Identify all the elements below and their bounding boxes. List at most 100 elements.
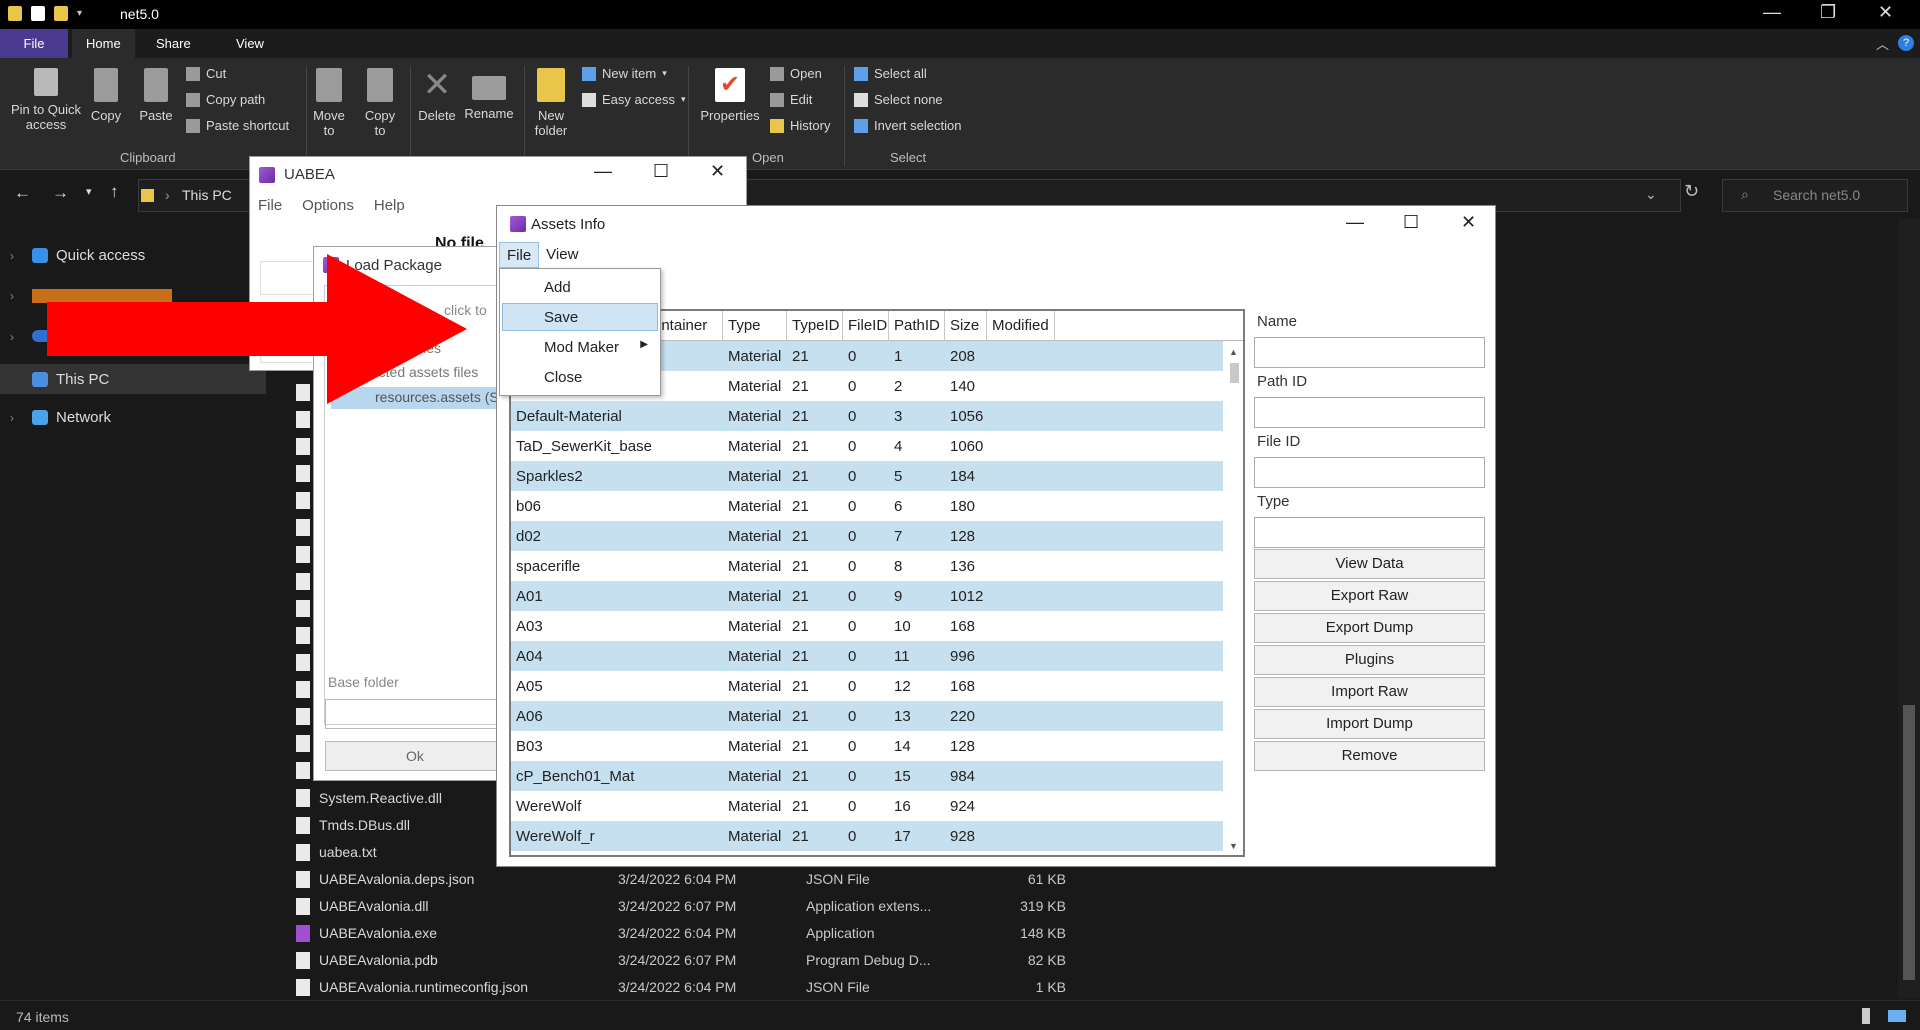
edit-button[interactable]: Edit — [770, 92, 812, 107]
column-fileid[interactable]: FileID — [843, 311, 889, 341]
rename-button[interactable]: Rename — [464, 68, 514, 121]
new-folder-button[interactable]: New folder — [530, 68, 572, 138]
export-raw-button[interactable]: Export Raw — [1254, 581, 1485, 611]
menu-item-add[interactable]: Add — [502, 273, 658, 301]
properties-button[interactable]: ✔ Properties — [696, 68, 764, 123]
table-row[interactable]: cP_Bench01_Mat Material 21 0 15 984 — [511, 761, 1223, 791]
details-view-icon[interactable] — [1862, 1008, 1870, 1024]
refresh-icon[interactable]: ↻ — [1684, 181, 1699, 202]
base-folder-input[interactable] — [325, 699, 505, 729]
menu-view[interactable]: View — [539, 242, 585, 268]
close-icon[interactable]: ✕ — [710, 161, 725, 182]
close-icon[interactable]: ✕ — [1878, 2, 1893, 23]
paste-shortcut-button[interactable]: Paste shortcut — [186, 118, 289, 133]
easy-access-button[interactable]: Easy access ▾ — [582, 92, 686, 107]
expand-icon[interactable]: › — [10, 249, 14, 263]
breadcrumb-this-pc[interactable]: This PC — [182, 187, 232, 203]
minimize-icon[interactable]: — — [1763, 2, 1781, 23]
expand-icon[interactable]: › — [10, 330, 14, 344]
select-none-button[interactable]: Select none — [854, 92, 943, 107]
ok-button[interactable]: Ok — [325, 741, 505, 771]
table-row[interactable]: A04 Material 21 0 11 996 — [511, 641, 1223, 671]
close-icon[interactable]: ✕ — [1461, 212, 1476, 233]
new-folder-quick-icon[interactable] — [54, 6, 68, 21]
delete-button[interactable]: ✕ Delete — [414, 68, 460, 123]
table-row[interactable]: spacerifle Material 21 0 8 136 — [511, 551, 1223, 581]
tab-file[interactable]: File — [0, 29, 68, 58]
table-row[interactable]: A01 Material 21 0 9 1012 — [511, 581, 1223, 611]
move-to-button[interactable]: Move to — [312, 68, 346, 138]
column-modified[interactable]: Modified — [987, 311, 1055, 341]
menu-file[interactable]: File — [258, 197, 282, 214]
large-icons-view-icon[interactable] — [1888, 1010, 1906, 1022]
menu-item-close[interactable]: Close — [502, 363, 658, 391]
maximize-icon[interactable]: ☐ — [653, 161, 669, 182]
column-typeid[interactable]: TypeID — [787, 311, 843, 341]
menu-item-save[interactable]: Save — [502, 303, 658, 331]
export-dump-button[interactable]: Export Dump — [1254, 613, 1485, 643]
table-row[interactable]: TaD_SewerKit_base Material 21 0 4 1060 — [511, 431, 1223, 461]
up-icon[interactable]: ↑ — [110, 182, 119, 202]
file-id-field[interactable] — [1254, 457, 1485, 488]
table-row[interactable]: b06 Material 21 0 6 180 — [511, 491, 1223, 521]
restore-icon[interactable]: ❐ — [1820, 2, 1836, 23]
remove-button[interactable]: Remove — [1254, 741, 1485, 771]
table-row[interactable]: WereWolf_r Material 21 0 17 928 — [511, 821, 1223, 851]
collapse-ribbon-icon[interactable]: ︿ — [1876, 34, 1889, 53]
scroll-down-icon[interactable]: ▼ — [1229, 841, 1238, 851]
tab-view[interactable]: View — [222, 29, 278, 58]
table-row[interactable]: B03 Material 21 0 14 128 — [511, 731, 1223, 761]
tab-home[interactable]: Home — [72, 29, 135, 58]
menu-item-mod-maker[interactable]: Mod Maker ▶ — [502, 333, 658, 361]
explorer-scroll-thumb[interactable] — [1903, 705, 1915, 980]
view-data-button[interactable]: View Data — [1254, 549, 1485, 579]
help-icon[interactable]: ? — [1898, 35, 1914, 51]
table-row[interactable]: A06 Material 21 0 13 220 — [511, 701, 1223, 731]
history-button[interactable]: History — [770, 118, 830, 133]
column-pathid[interactable]: PathID — [889, 311, 945, 341]
file-row[interactable]: UABEAvalonia.pdb 3/24/2022 6:07 PM Program… — [296, 947, 1296, 973]
table-row[interactable]: A05 Material 21 0 12 168 — [511, 671, 1223, 701]
nav-network[interactable]: Network — [32, 409, 111, 426]
table-row[interactable]: Default-Material Material 21 0 3 1056 — [511, 401, 1223, 431]
import-dump-button[interactable]: Import Dump — [1254, 709, 1485, 739]
expand-icon[interactable]: › — [10, 411, 14, 425]
file-row[interactable]: UABEAvalonia.deps.json 3/24/2022 6:04 PM J… — [296, 866, 1296, 892]
minimize-icon[interactable]: — — [1346, 212, 1364, 233]
file-row[interactable]: UABEAvalonia.exe 3/24/2022 6:04 PM Applica… — [296, 920, 1296, 946]
path-id-field[interactable] — [1254, 397, 1485, 428]
search-input[interactable]: Search net5.0 ⌕ — [1722, 179, 1908, 212]
table-row[interactable]: WereWolf Material 21 0 16 924 — [511, 791, 1223, 821]
column-size[interactable]: Size — [945, 311, 987, 341]
properties-quick-icon[interactable] — [31, 6, 45, 21]
file-row[interactable]: UABEAvalonia.runtimeconfig.json 3/24/2022… — [296, 974, 1296, 1000]
table-row[interactable]: A03 Material 21 0 10 168 — [511, 611, 1223, 641]
invert-selection-button[interactable]: Invert selection — [854, 118, 961, 133]
tab-share[interactable]: Share — [142, 29, 205, 58]
paste-button[interactable]: Paste — [136, 68, 176, 123]
maximize-icon[interactable]: ☐ — [1403, 212, 1419, 233]
menu-file[interactable]: File — [499, 242, 540, 268]
table-scrollbar[interactable]: ▲ ▼ — [1225, 341, 1243, 855]
menu-options[interactable]: Options — [302, 197, 354, 214]
minimize-icon[interactable]: — — [594, 161, 612, 182]
cut-button[interactable]: Cut — [186, 66, 226, 81]
pin-quick-access-button[interactable]: Pin to Quick access — [6, 68, 86, 132]
import-raw-button[interactable]: Import Raw — [1254, 677, 1485, 707]
table-row[interactable]: d02 Material 21 0 7 128 — [511, 521, 1223, 551]
recent-locations-icon[interactable]: ▾ — [86, 185, 92, 198]
copy-button[interactable]: Copy — [88, 68, 124, 123]
customize-toolbar-icon[interactable]: ▾ — [77, 8, 82, 19]
forward-icon[interactable]: → — [52, 183, 69, 203]
name-field[interactable] — [1254, 337, 1485, 368]
scroll-up-icon[interactable]: ▲ — [1229, 347, 1238, 357]
menu-help[interactable]: Help — [374, 197, 405, 214]
table-row[interactable]: Sparkles2 Material 21 0 5 184 — [511, 461, 1223, 491]
new-item-button[interactable]: New item ▾ — [582, 66, 667, 81]
type-field[interactable] — [1254, 517, 1485, 548]
file-row[interactable]: UABEAvalonia.dll 3/24/2022 6:07 PM Applica… — [296, 893, 1296, 919]
plugins-button[interactable]: Plugins — [1254, 645, 1485, 675]
select-all-button[interactable]: Select all — [854, 66, 927, 81]
address-dropdown-icon[interactable]: ⌄ — [1645, 186, 1657, 203]
back-icon[interactable]: ← — [14, 183, 31, 203]
